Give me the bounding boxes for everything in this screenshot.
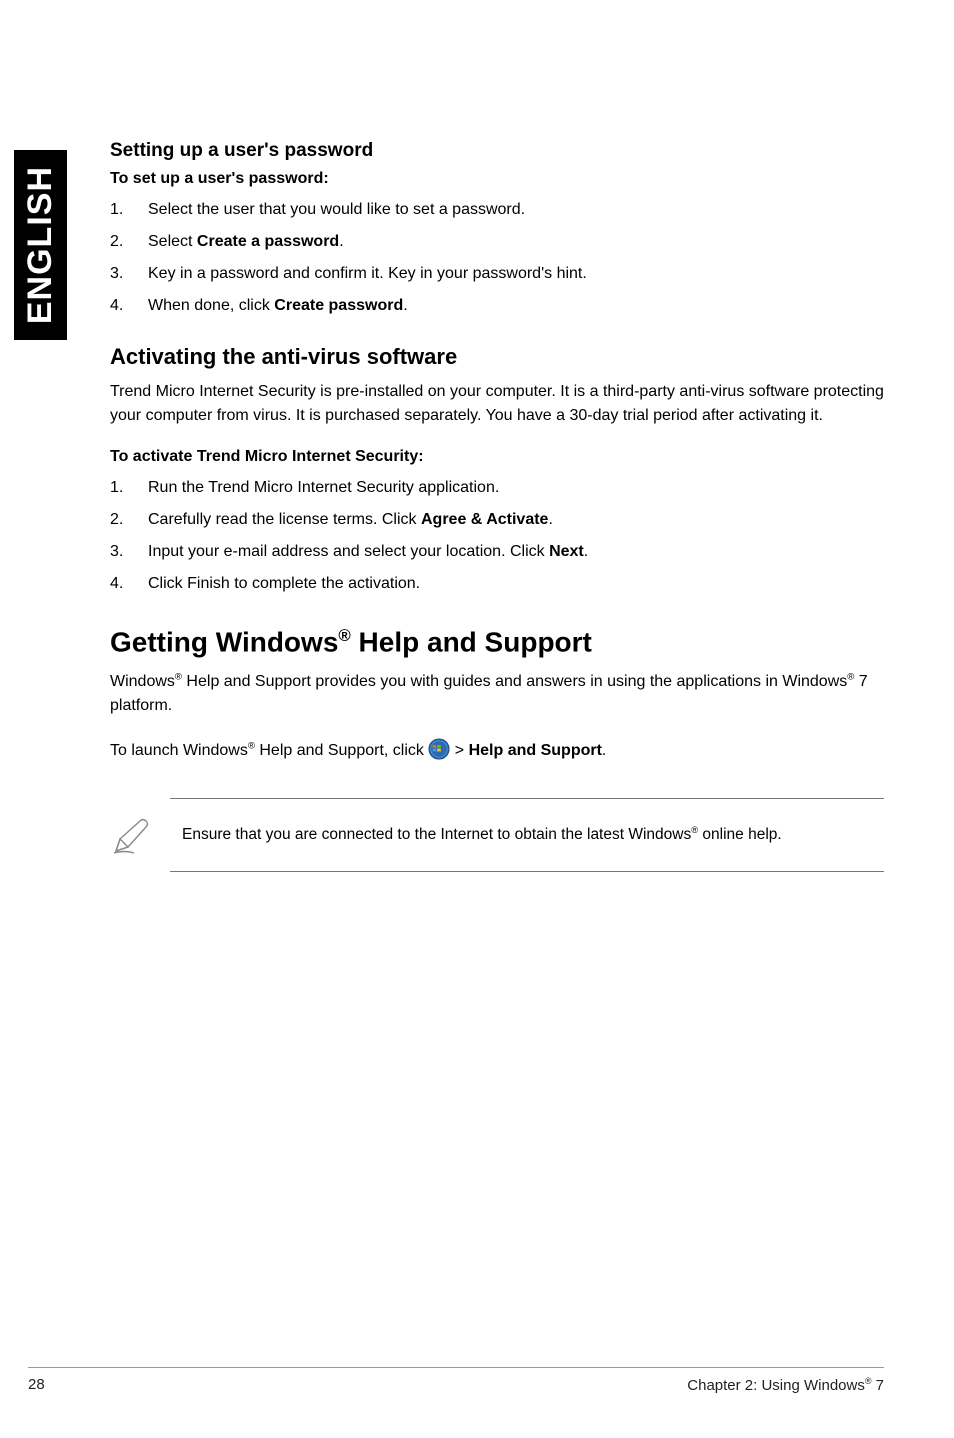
heading-text: Getting Windows <box>110 626 338 657</box>
step-text: . <box>584 543 588 560</box>
registered-mark: ® <box>175 672 182 683</box>
step-text: Key in a password and confirm it. Key in… <box>148 265 587 282</box>
chapter-label: Chapter 2: Using Windows® 7 <box>687 1376 884 1394</box>
launch-instruction: To launch Windows® Help and Support, cli… <box>110 738 884 764</box>
steps-antivirus: Run the Trend Micro Internet Security ap… <box>110 476 884 596</box>
body-antivirus: Trend Micro Internet Security is pre-ins… <box>110 380 884 428</box>
windows-start-icon <box>428 738 450 760</box>
lead-antivirus: To activate Trend Micro Internet Securit… <box>110 448 884 466</box>
heading-text: Help and Support <box>351 626 592 657</box>
note-segment: Ensure that you are connected to the Int… <box>182 827 691 844</box>
launch-text: Help and Support, click <box>255 742 428 759</box>
language-tab-label: ENGLISH <box>14 166 67 324</box>
body-help-support: Windows® Help and Support provides you w… <box>110 670 884 718</box>
page-content: Setting up a user's password To set up a… <box>110 140 884 872</box>
chapter-text: Chapter 2: Using Windows <box>687 1377 865 1394</box>
note-segment: online help. <box>698 827 782 844</box>
steps-setup-password: Select the user that you would like to s… <box>110 198 884 318</box>
step-text: Click Finish to complete the activation. <box>148 575 420 592</box>
language-tab: ENGLISH <box>14 150 67 340</box>
launch-text: . <box>602 742 606 759</box>
heading-antivirus: Activating the anti-virus software <box>110 344 884 370</box>
launch-text: > <box>455 742 469 759</box>
step-text: Input your e-mail address and select you… <box>148 543 549 560</box>
list-item: Run the Trend Micro Internet Security ap… <box>110 476 884 500</box>
list-item: Click Finish to complete the activation. <box>110 572 884 596</box>
step-text: Select <box>148 233 197 250</box>
pencil-icon <box>110 813 154 857</box>
step-bold: Create password <box>274 297 403 314</box>
page-footer: 28 Chapter 2: Using Windows® 7 <box>28 1367 884 1394</box>
list-item: Input your e-mail address and select you… <box>110 540 884 564</box>
list-item: Carefully read the license terms. Click … <box>110 508 884 532</box>
step-text: . <box>339 233 343 250</box>
step-text: . <box>548 511 552 528</box>
step-text: . <box>403 297 407 314</box>
heading-setup-password: Setting up a user's password <box>110 140 884 162</box>
step-text: Run the Trend Micro Internet Security ap… <box>148 479 499 496</box>
list-item: Select the user that you would like to s… <box>110 198 884 222</box>
chapter-text: 7 <box>871 1377 884 1394</box>
lead-setup-password: To set up a user's password: <box>110 170 884 188</box>
step-bold: Agree & Activate <box>421 511 548 528</box>
step-text: Select the user that you would like to s… <box>148 201 525 218</box>
body-text: Windows <box>110 673 175 690</box>
registered-mark: ® <box>248 741 255 752</box>
list-item: When done, click Create password. <box>110 294 884 318</box>
step-text: Carefully read the license terms. Click <box>148 511 421 528</box>
heading-help-support: Getting Windows® Help and Support <box>110 626 884 658</box>
step-text: When done, click <box>148 297 274 314</box>
page-number: 28 <box>28 1376 45 1394</box>
launch-bold: Help and Support <box>469 742 602 759</box>
body-text: Help and Support provides you with guide… <box>182 673 847 690</box>
note-box: Ensure that you are connected to the Int… <box>170 798 884 872</box>
note-text: Ensure that you are connected to the Int… <box>182 825 782 844</box>
step-bold: Create a password <box>197 233 339 250</box>
launch-text: To launch Windows <box>110 742 248 759</box>
list-item: Select Create a password. <box>110 230 884 254</box>
step-bold: Next <box>549 543 584 560</box>
registered-mark: ® <box>338 626 350 645</box>
list-item: Key in a password and confirm it. Key in… <box>110 262 884 286</box>
